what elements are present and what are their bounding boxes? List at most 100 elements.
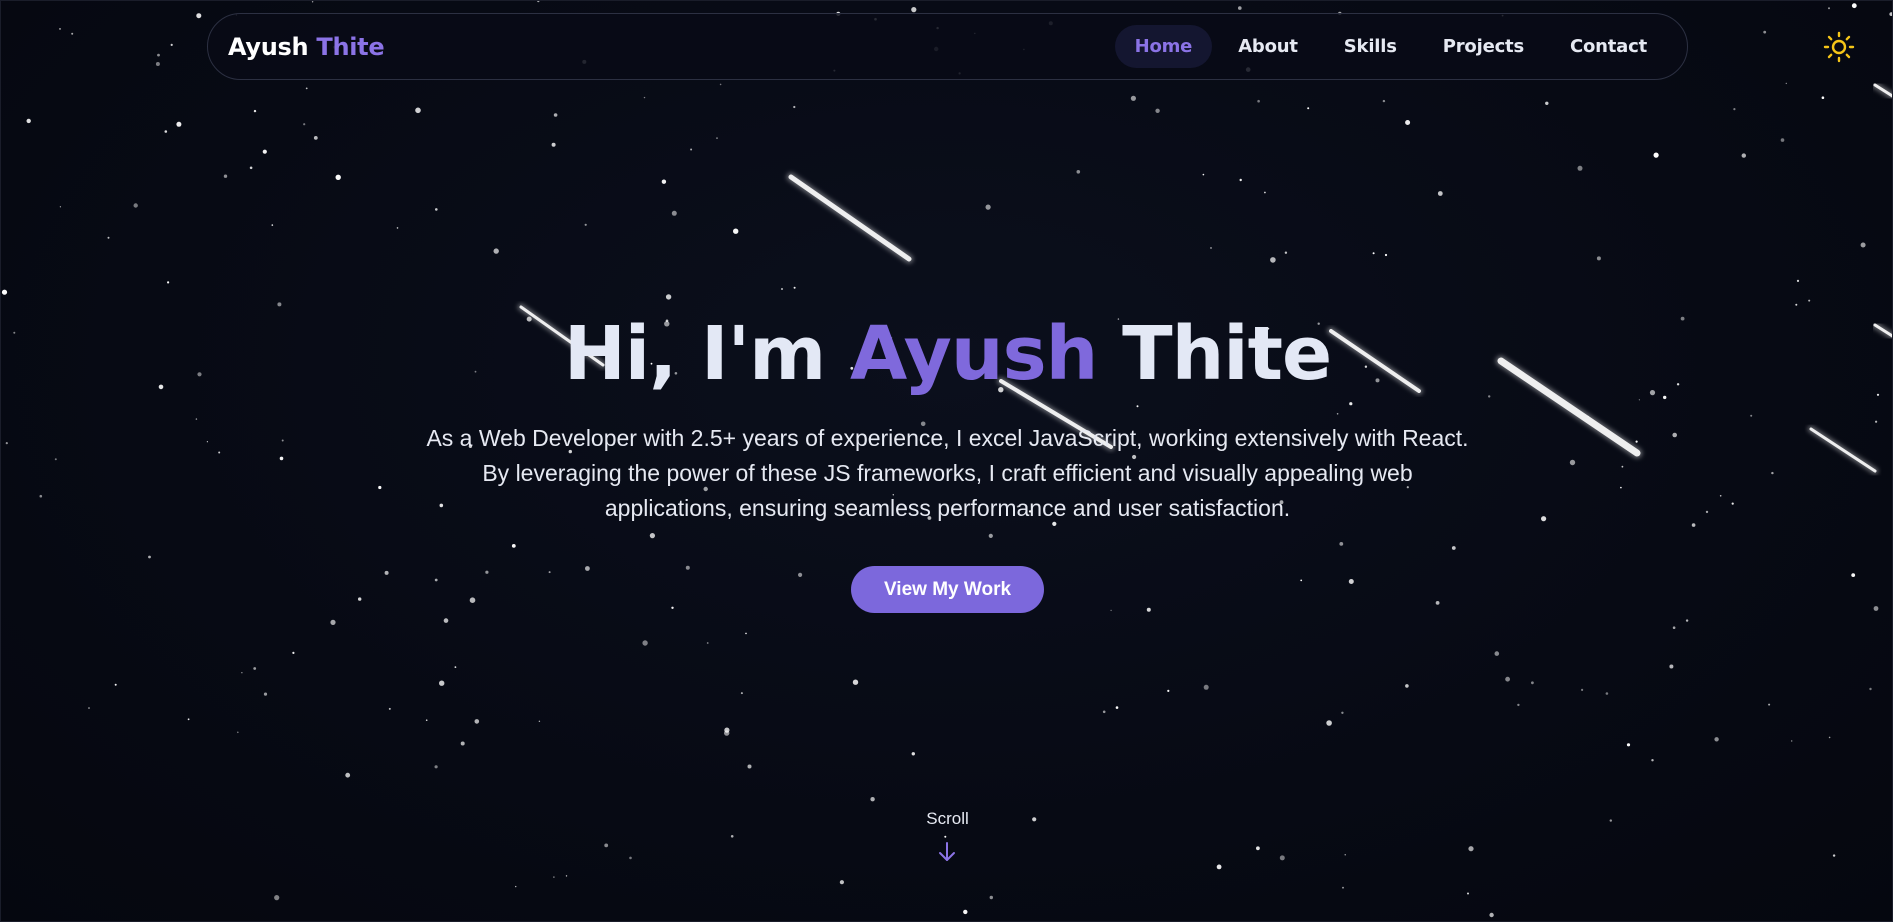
star (1875, 420, 1878, 423)
star (911, 752, 915, 756)
star (1828, 7, 1830, 10)
star (1626, 743, 1631, 747)
star (454, 666, 457, 668)
star (1279, 855, 1285, 861)
star (1136, 405, 1139, 408)
star (218, 451, 221, 454)
star (730, 835, 734, 838)
star (515, 885, 517, 888)
nav-link-about[interactable]: About (1218, 25, 1318, 68)
star (114, 683, 117, 686)
star (493, 248, 499, 254)
star (1531, 681, 1534, 685)
star (167, 281, 170, 284)
star (1731, 502, 1734, 505)
star (1257, 99, 1260, 103)
star (263, 692, 268, 696)
star (1505, 676, 1510, 682)
star (1851, 573, 1856, 577)
star (1780, 138, 1785, 142)
star (249, 166, 253, 170)
star (1638, 399, 1640, 401)
star (425, 719, 428, 721)
star (1653, 152, 1659, 158)
star (870, 797, 875, 802)
star (1102, 710, 1106, 714)
star (671, 210, 677, 216)
shooting-star (788, 174, 912, 262)
star (1581, 688, 1584, 692)
star (187, 718, 190, 721)
star (1451, 546, 1456, 550)
star (1342, 886, 1344, 889)
hero-description: As a Web Developer with 2.5+ years of ex… (426, 425, 1469, 521)
scroll-indicator[interactable] (937, 841, 957, 863)
star (271, 224, 274, 226)
arrow-down-icon (939, 842, 955, 861)
logo-last-name: Thite (316, 32, 385, 61)
star (1669, 664, 1674, 669)
star (1489, 912, 1494, 918)
nav-link-home[interactable]: Home (1114, 25, 1213, 68)
star (443, 618, 449, 623)
star (1672, 626, 1676, 629)
star (196, 13, 202, 19)
star (133, 203, 138, 208)
star (1651, 759, 1654, 762)
nav-link-skills[interactable]: Skills (1324, 25, 1417, 68)
star (1203, 684, 1209, 690)
star (1238, 6, 1242, 10)
star (671, 606, 674, 609)
star (1076, 170, 1081, 174)
star (553, 876, 555, 878)
star (71, 32, 74, 35)
star (548, 571, 551, 574)
star (643, 96, 646, 99)
star (1468, 846, 1474, 852)
star (585, 566, 590, 571)
star (629, 856, 632, 860)
theme-toggle-button[interactable] (1823, 31, 1855, 63)
star (330, 619, 336, 626)
star (223, 174, 228, 178)
star (1517, 703, 1520, 707)
star (474, 719, 480, 724)
star (793, 286, 796, 289)
star (1620, 486, 1622, 489)
star (176, 121, 182, 127)
star (1494, 651, 1500, 656)
site-logo[interactable]: Ayush Thite (228, 32, 385, 61)
star (305, 87, 308, 90)
star (963, 909, 968, 915)
star (107, 236, 110, 239)
nav-link-contact[interactable]: Contact (1550, 25, 1667, 68)
star (1828, 736, 1831, 739)
nav-link-projects[interactable]: Projects (1423, 25, 1544, 68)
star (1216, 864, 1222, 870)
star (793, 105, 796, 109)
star (665, 294, 672, 300)
star (1239, 178, 1242, 182)
star (396, 227, 399, 229)
star (335, 174, 341, 180)
star (1605, 692, 1609, 695)
star (26, 118, 31, 124)
star (1569, 459, 1576, 466)
star (649, 533, 656, 539)
star (661, 179, 667, 184)
star (565, 875, 568, 877)
star (1541, 516, 1547, 522)
star (1202, 173, 1205, 176)
star (206, 441, 208, 443)
star (1851, 3, 1857, 9)
star (604, 843, 609, 848)
star (279, 456, 284, 461)
star (1, 289, 8, 295)
star (988, 533, 993, 539)
star (1130, 95, 1136, 101)
view-my-work-button[interactable]: View My Work (851, 566, 1044, 613)
star (944, 835, 947, 838)
star (538, 720, 541, 722)
star (1785, 82, 1788, 85)
star (358, 597, 362, 601)
